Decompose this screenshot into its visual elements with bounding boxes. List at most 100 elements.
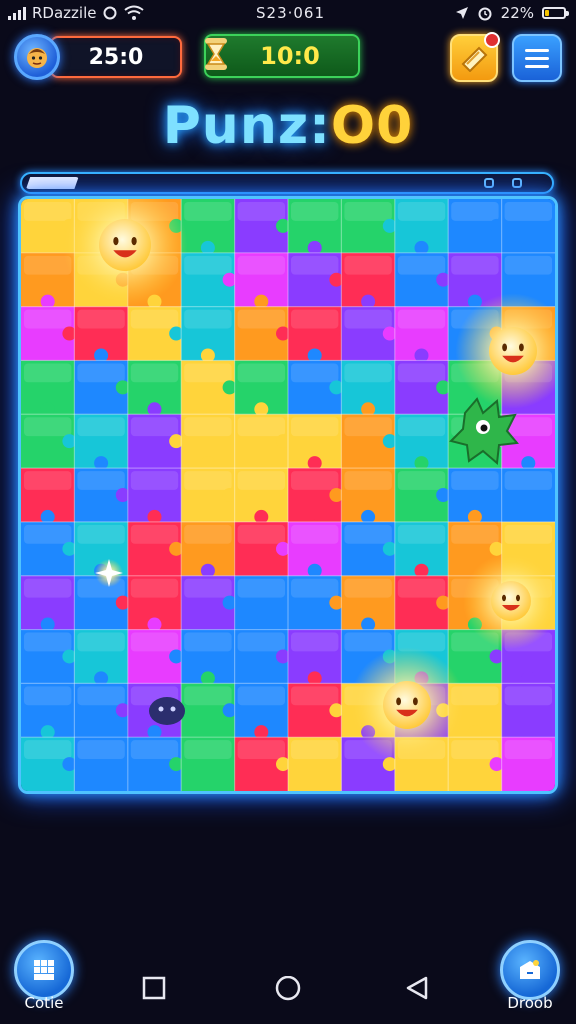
piece-sheen — [451, 202, 499, 221]
title-number: O0 — [330, 96, 414, 156]
piece-sheen — [130, 524, 179, 544]
piece-sheen — [184, 202, 232, 221]
battery-icon — [542, 7, 569, 19]
score-display: 25:0 — [50, 36, 182, 78]
piece-sheen — [344, 632, 392, 652]
piece-sheen — [184, 309, 232, 329]
piece-sheen — [291, 202, 339, 221]
piece-sheen — [24, 632, 72, 652]
piece-sheen — [77, 363, 125, 383]
hint-button[interactable] — [450, 32, 500, 82]
piece-sheen — [451, 471, 499, 490]
puzzle-board[interactable] — [18, 196, 558, 794]
piece-sheen — [397, 524, 446, 544]
piece-sheen — [237, 202, 285, 221]
piece-sheen — [397, 363, 446, 383]
sun-smiley-icon[interactable] — [349, 647, 465, 763]
square-nav-icon[interactable] — [142, 976, 166, 1000]
piece-sheen — [451, 740, 499, 760]
piece-sheen — [184, 255, 232, 275]
player-avatar-icon[interactable] — [14, 34, 60, 80]
drop-label: Droob — [507, 994, 553, 1012]
battery-percent: 22% — [500, 4, 534, 22]
piece-sheen — [291, 363, 339, 383]
piece-sheen — [130, 578, 179, 598]
piece-sheen — [291, 309, 339, 329]
piece-sheen — [291, 632, 339, 652]
piece-sheen — [24, 686, 72, 706]
piece-sheen — [504, 202, 552, 221]
piece-sheen — [237, 363, 285, 383]
piece-sheen — [344, 524, 392, 544]
piece-sheen — [291, 578, 339, 598]
piece-sheen — [504, 686, 552, 706]
piece-sheen — [237, 309, 285, 329]
sparkle-icon — [95, 559, 123, 587]
piece-sheen — [291, 740, 339, 760]
piece-sheen — [397, 417, 446, 437]
carrier-name: RDazzile — [32, 4, 97, 22]
piece-sheen — [77, 740, 125, 760]
piece-sheen — [184, 471, 232, 490]
piece-sheen — [344, 309, 392, 329]
piece-sheen — [344, 417, 392, 437]
piece-sheen — [451, 255, 499, 275]
piece-sheen — [77, 686, 125, 706]
drop-button[interactable] — [500, 940, 560, 1000]
piece-sheen — [237, 417, 285, 437]
piece-sheen — [291, 471, 339, 490]
piece-sheen — [344, 578, 392, 598]
piece-sheen — [130, 417, 179, 437]
notification-badge — [484, 32, 500, 48]
home-circle-nav-icon[interactable] — [274, 976, 302, 1004]
piece-sheen — [397, 471, 446, 490]
piece-sheen — [237, 471, 285, 490]
piece-sheen — [237, 255, 285, 275]
piece-sheen — [24, 202, 72, 221]
piece-sheen — [130, 471, 179, 490]
piece-sheen — [344, 255, 392, 275]
piece-sheen — [397, 309, 446, 329]
piece-sheen — [184, 740, 232, 760]
piece-sheen — [344, 363, 392, 383]
piece-sheen — [184, 524, 232, 544]
sun-smiley-icon[interactable] — [463, 553, 555, 649]
status-time: S23·061 — [256, 4, 326, 22]
piece-sheen — [237, 632, 285, 652]
wifi-icon — [124, 5, 145, 20]
piece-sheen — [184, 363, 232, 383]
piece-sheen — [291, 524, 339, 544]
piece-sheen — [24, 524, 72, 544]
piece-sheen — [237, 740, 285, 760]
collection-button[interactable] — [14, 940, 74, 1000]
menu-button[interactable] — [512, 34, 562, 82]
dark-blob-icon[interactable] — [149, 697, 185, 725]
piece-sheen — [504, 471, 552, 490]
piece-sheen — [184, 578, 232, 598]
piece-sheen — [24, 417, 72, 437]
piece-sheen — [504, 255, 552, 275]
location-icon — [455, 7, 468, 19]
title-text: Punz: — [162, 96, 331, 156]
back-triangle-nav-icon[interactable] — [404, 976, 430, 1002]
progress-fill — [26, 177, 79, 189]
piece-sheen — [130, 632, 179, 652]
timer-value: 10:0 — [260, 42, 320, 70]
piece-sheen — [504, 740, 552, 760]
piece-sheen — [291, 255, 339, 275]
game-title: Punz:O0 — [0, 96, 576, 156]
piece-sheen — [77, 632, 125, 652]
puzzle-grid[interactable] — [21, 199, 555, 791]
piece-sheen — [77, 417, 125, 437]
piece-sheen — [77, 471, 125, 490]
hourglass-scroll-icon — [198, 32, 234, 76]
piece-sheen — [397, 255, 446, 275]
piece-sheen — [237, 524, 285, 544]
piece-sheen — [184, 417, 232, 437]
piece-sheen — [130, 740, 179, 760]
collection-grid-icon — [34, 960, 54, 980]
level-progress-bar — [20, 172, 554, 194]
signal-icon — [8, 6, 26, 20]
piece-sheen — [344, 202, 392, 221]
piece-sheen — [344, 471, 392, 490]
